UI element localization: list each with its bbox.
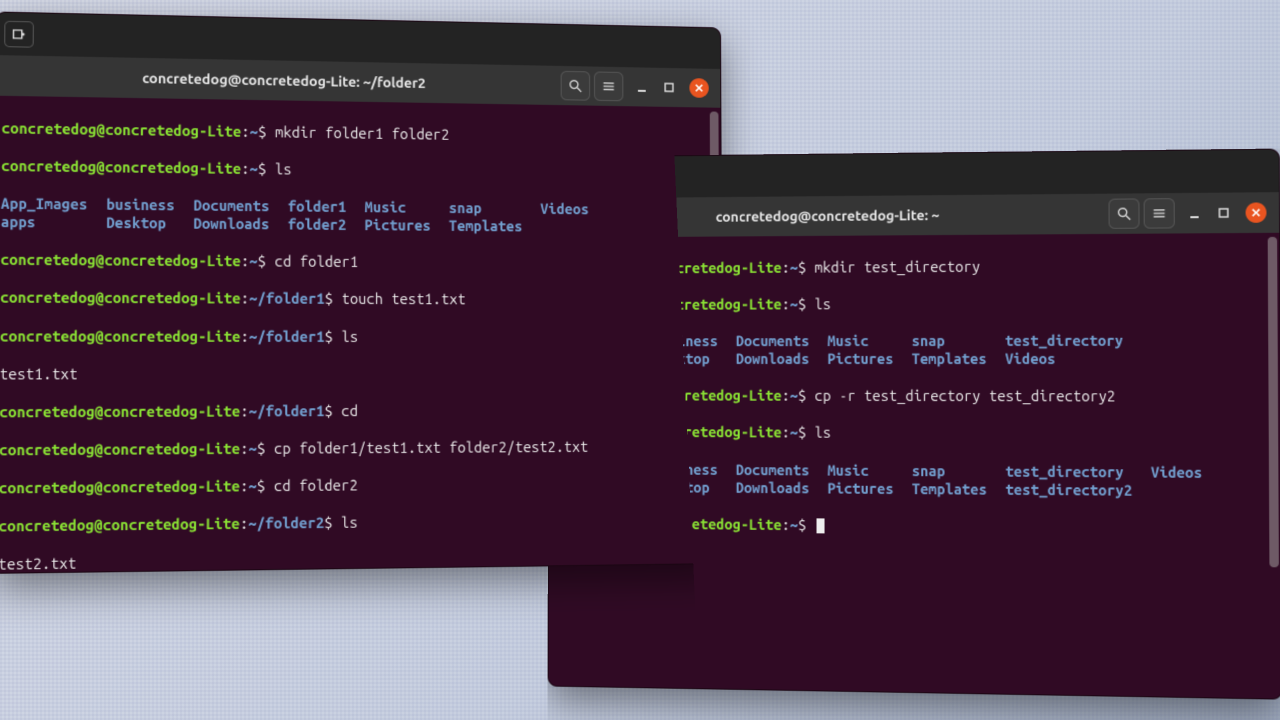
- terminal-window-home[interactable]: concretedog@concretedog-Lite: ~ concrete…: [548, 148, 1280, 699]
- window-title: concretedog@concretedog-Lite: ~/folder2: [4, 67, 557, 93]
- search-button[interactable]: [1108, 198, 1139, 228]
- terminal-line: concretedog@concretedog-Lite:~$ cp folde…: [0, 437, 716, 460]
- terminal-line: concretedog@concretedog-Lite:~/folder2$ …: [0, 510, 716, 536]
- desktop-scene: concretedog@concretedog-Lite: ~/folder2 …: [0, 0, 1280, 720]
- header-bar: concretedog@concretedog-Lite: ~: [550, 192, 1280, 238]
- maximize-button[interactable]: [1216, 206, 1231, 220]
- window-controls: [1187, 202, 1266, 223]
- terminal-window-folder2[interactable]: concretedog@concretedog-Lite: ~/folder2 …: [0, 11, 723, 573]
- terminal-output: test1.txt: [0, 365, 716, 384]
- terminal-line: concretedog@concretedog-Lite:~$ ls: [555, 293, 1273, 314]
- new-tab-button[interactable]: [4, 21, 34, 48]
- maximize-button[interactable]: [662, 81, 676, 95]
- terminal-line: concretedog@concretedog-Lite:~$ cd folde…: [0, 474, 716, 498]
- close-icon: [694, 83, 704, 93]
- window-controls: [635, 77, 709, 98]
- ls-output: App_ImagesbusinessDocumentsfolder1Musics…: [1, 194, 715, 238]
- terminal-line: concretedog@concretedog-Lite:~$ mkdir fo…: [1, 119, 714, 148]
- minimize-icon: [1188, 207, 1201, 219]
- scrollbar-thumb[interactable]: [1268, 237, 1279, 567]
- search-icon: [568, 78, 584, 94]
- maximize-icon: [1217, 207, 1230, 219]
- minimize-button[interactable]: [635, 80, 649, 94]
- terminal-line: concretedog@concretedog-Lite:~$ ls: [1, 156, 715, 183]
- terminal-output: test2.txt: [0, 547, 716, 574]
- terminal-line: concretedog@concretedog-Lite:~$ ls: [555, 423, 1274, 444]
- scrollbar-thumb[interactable]: [710, 111, 720, 371]
- tab-bar: [550, 150, 1279, 199]
- window-title: concretedog@concretedog-Lite: ~: [557, 206, 1104, 226]
- ls-output: App_ImagesbusinessDocumentsMusicsnaptest…: [555, 460, 1275, 502]
- new-tab-icon: [563, 170, 579, 186]
- maximize-icon: [663, 82, 675, 94]
- search-button[interactable]: [561, 71, 591, 101]
- close-icon: [1251, 208, 1262, 218]
- terminal-line: concretedog@concretedog-Lite:~/folder1$ …: [0, 401, 716, 422]
- close-button[interactable]: [689, 78, 708, 98]
- hamburger-menu-button[interactable]: [594, 71, 623, 101]
- menu-icon: [601, 78, 617, 94]
- new-tab-button[interactable]: [558, 165, 585, 191]
- ls-output: App_ImagesbusinessDocumentsMusicsnaptest…: [555, 331, 1274, 369]
- terminal-prompt[interactable]: concretedog@concretedog-Lite:~$: [555, 514, 1275, 539]
- terminal-body[interactable]: concretedog@concretedog-Lite:~$ mkdir te…: [549, 233, 1280, 584]
- minimize-icon: [636, 81, 648, 93]
- search-icon: [1116, 206, 1133, 222]
- terminal-line: concretedog@concretedog-Lite:~$ cd folde…: [0, 251, 715, 274]
- minimize-button[interactable]: [1187, 206, 1202, 220]
- new-tab-icon: [11, 26, 28, 43]
- hamburger-menu-button[interactable]: [1144, 198, 1175, 229]
- terminal-line: concretedog@concretedog-Lite:~/folder1$ …: [0, 289, 715, 310]
- terminal-body[interactable]: concretedog@concretedog-Lite:~$ mkdir fo…: [0, 96, 723, 574]
- terminal-line: concretedog@concretedog-Lite:~/folder1$ …: [0, 327, 716, 347]
- terminal-line: concretedog@concretedog-Lite:~$ mkdir te…: [555, 256, 1273, 278]
- cursor: [817, 519, 825, 534]
- terminal-line: concretedog@concretedog-Lite:~$ cp -r te…: [555, 387, 1274, 407]
- close-button[interactable]: [1246, 202, 1267, 222]
- scrollbar[interactable]: [710, 110, 720, 560]
- menu-icon: [1151, 205, 1168, 221]
